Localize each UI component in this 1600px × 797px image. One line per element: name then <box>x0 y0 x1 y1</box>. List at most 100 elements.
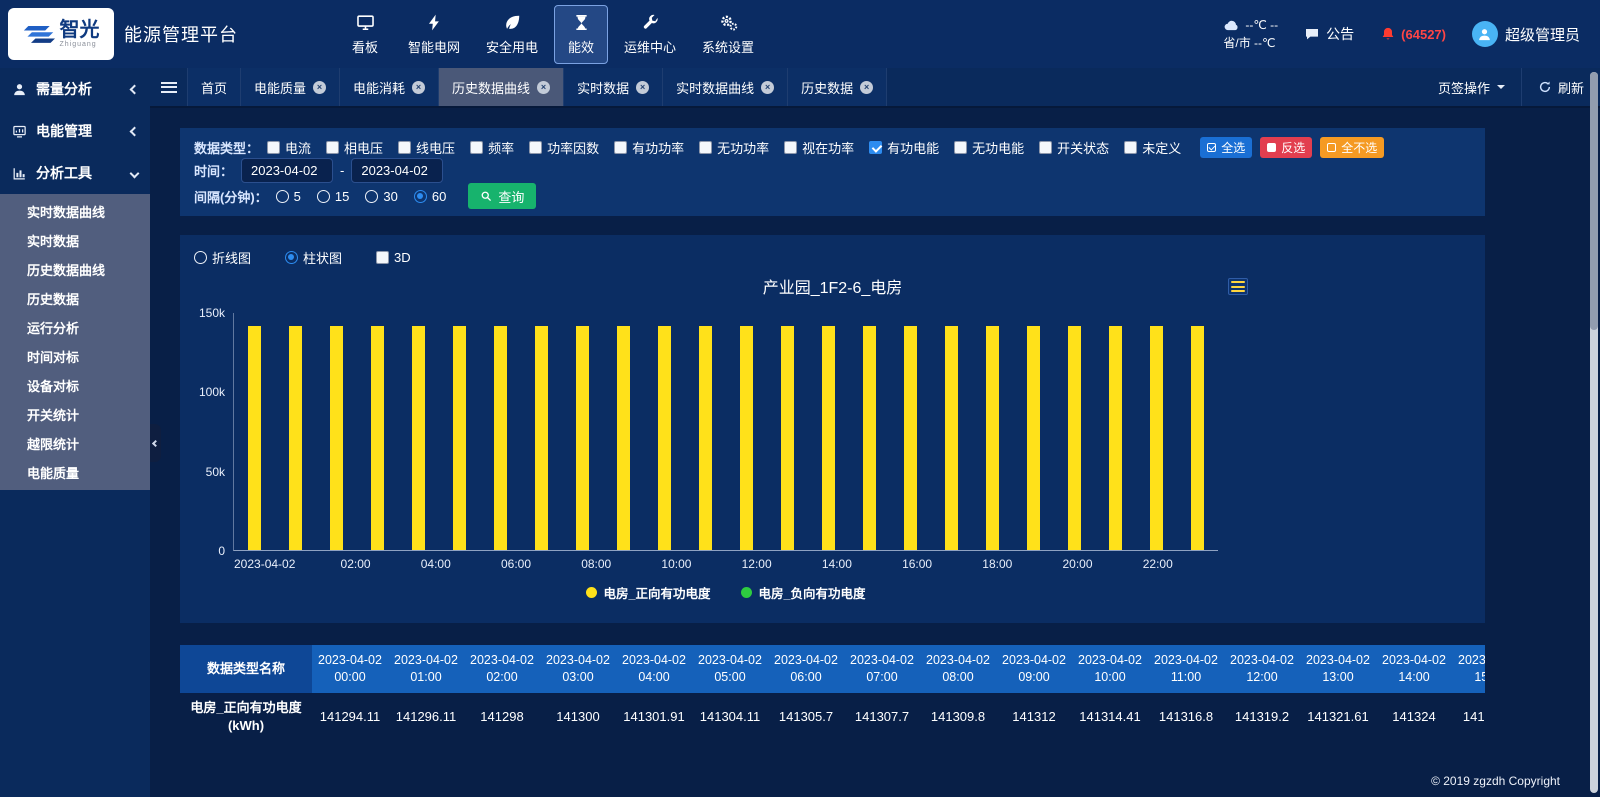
interval-radio[interactable]: 15 <box>317 189 349 204</box>
sidebar-group-analysis-tools[interactable]: 分析工具 <box>0 152 150 194</box>
tab[interactable]: 电能消耗× <box>340 68 439 106</box>
tab-close-icon[interactable]: × <box>412 81 425 94</box>
nav-item-kanban[interactable]: 看板 <box>338 5 392 64</box>
bar[interactable] <box>986 326 999 550</box>
sidebar-item[interactable]: 运行分析 <box>0 313 150 342</box>
sidebar-item[interactable]: 开关统计 <box>0 400 150 429</box>
date-from-input[interactable]: 2023-04-02 <box>241 158 333 183</box>
bar[interactable] <box>576 326 589 550</box>
radio-icon <box>414 190 427 203</box>
interval-radio[interactable]: 5 <box>276 189 301 204</box>
interval-radio[interactable]: 60 <box>414 189 446 204</box>
nav-item-system-settings[interactable]: 系统设置 <box>692 5 764 64</box>
sidebar-group-demand-analysis[interactable]: 需量分析 <box>0 68 150 110</box>
bar[interactable] <box>371 326 384 550</box>
bar[interactable] <box>330 326 343 550</box>
sidebar-item[interactable]: 电能质量 <box>0 458 150 487</box>
bar[interactable] <box>412 326 425 550</box>
nav-item-ops-center[interactable]: 运维中心 <box>614 5 686 64</box>
refresh-button[interactable]: 刷新 <box>1521 68 1600 106</box>
tab[interactable]: 历史数据× <box>788 68 887 106</box>
bar[interactable] <box>740 326 753 550</box>
sidebar-item[interactable]: 历史数据 <box>0 284 150 313</box>
tab[interactable]: 首页 <box>188 68 241 106</box>
bar[interactable] <box>945 326 958 550</box>
data-type-checkbox[interactable]: 电流 <box>267 138 311 157</box>
data-type-checkbox[interactable]: 有功功率 <box>614 138 684 157</box>
scrollbar-thumb[interactable] <box>1590 72 1598 330</box>
bar[interactable] <box>904 326 917 550</box>
bar[interactable] <box>248 326 261 550</box>
bar[interactable] <box>1109 326 1122 550</box>
tab[interactable]: 实时数据曲线× <box>663 68 788 106</box>
bar[interactable] <box>699 326 712 550</box>
alarm-button[interactable]: (64527) <box>1380 26 1446 42</box>
user-menu[interactable]: 超级管理员 <box>1472 21 1580 47</box>
sidebar-group-energy-management[interactable]: 电能管理 <box>0 110 150 152</box>
vertical-scrollbar[interactable] <box>1590 72 1598 793</box>
bar[interactable] <box>453 326 466 550</box>
select-all-button[interactable]: 全选 <box>1200 137 1252 158</box>
tab-close-icon[interactable]: × <box>761 81 774 94</box>
interval-radio[interactable]: 30 <box>365 189 397 204</box>
announcement-button[interactable]: 公告 <box>1304 24 1354 44</box>
sidebar-item[interactable]: 设备对标 <box>0 371 150 400</box>
sidebar-item[interactable]: 实时数据曲线 <box>0 197 150 226</box>
bar[interactable] <box>289 326 302 550</box>
legend-item[interactable]: 电房_正向有功电度 <box>586 583 711 602</box>
table-header-cell: 2023-04-0206:00 <box>768 645 844 693</box>
bar[interactable] <box>1027 326 1040 550</box>
sidebar-item[interactable]: 时间对标 <box>0 342 150 371</box>
tab-operations-button[interactable]: 页签操作 <box>1422 68 1521 106</box>
chart-type-option[interactable]: 3D <box>376 250 411 265</box>
tab[interactable]: 电能质量× <box>241 68 340 106</box>
bar[interactable] <box>863 326 876 550</box>
select-none-button[interactable]: 全不选 <box>1320 137 1384 158</box>
tab[interactable]: 实时数据 × <box>564 68 663 106</box>
tabbar-right: 页签操作 刷新 <box>1422 68 1600 106</box>
invert-select-button[interactable]: 反选 <box>1260 137 1312 158</box>
data-type-checkbox[interactable]: 功率因数 <box>529 138 599 157</box>
data-type-checkbox[interactable]: 开关状态 <box>1039 138 1109 157</box>
data-type-checkbox[interactable]: 有功电能 <box>869 138 939 157</box>
data-type-checkbox[interactable]: 无功功率 <box>699 138 769 157</box>
chart-menu-icon[interactable] <box>1228 278 1248 295</box>
nav-item-smart-grid[interactable]: 智能电网 <box>398 5 470 64</box>
query-button[interactable]: 查询 <box>468 183 536 209</box>
tab[interactable]: 历史数据曲线× <box>439 68 564 106</box>
data-type-checkbox[interactable]: 无功电能 <box>954 138 1024 157</box>
bar[interactable] <box>1068 326 1081 550</box>
date-to-input[interactable]: 2023-04-02 <box>351 158 443 183</box>
sidebar-item[interactable]: 越限统计 <box>0 429 150 458</box>
legend-item[interactable]: 电房_负向有功电度 <box>741 583 866 602</box>
tab-close-icon[interactable]: × <box>860 81 873 94</box>
data-type-checkbox[interactable]: 未定义 <box>1124 138 1181 157</box>
bar[interactable] <box>781 326 794 550</box>
data-type-checkbox[interactable]: 相电压 <box>326 138 383 157</box>
data-type-checkbox[interactable]: 线电压 <box>398 138 455 157</box>
x-tick-label: 20:00 <box>1063 557 1093 571</box>
chart-type-option[interactable]: 折线图 <box>194 248 251 267</box>
nav-item-energy-efficiency[interactable]: 能效 <box>554 5 608 64</box>
data-type-checkbox[interactable]: 视在功率 <box>784 138 854 157</box>
tab-close-icon[interactable]: × <box>537 81 550 94</box>
sidebar-item[interactable]: 历史数据曲线 <box>0 255 150 284</box>
sidebar-toggle-button[interactable] <box>150 68 188 106</box>
bar[interactable] <box>1150 326 1163 550</box>
tab-label: 实时数据 <box>577 78 629 97</box>
data-type-checkbox[interactable]: 频率 <box>470 138 514 157</box>
bar[interactable] <box>1191 326 1204 550</box>
chart-type-option[interactable]: 柱状图 <box>285 248 342 267</box>
bar[interactable] <box>535 326 548 550</box>
bar[interactable] <box>617 326 630 550</box>
sidebar-item[interactable]: 实时数据 <box>0 226 150 255</box>
bar[interactable] <box>494 326 507 550</box>
tab-close-icon[interactable]: × <box>313 81 326 94</box>
bar[interactable] <box>658 326 671 550</box>
nav-item-label: 安全用电 <box>486 37 538 56</box>
nav-item-safe-power[interactable]: 安全用电 <box>476 5 548 64</box>
tab-close-icon[interactable]: × <box>636 81 649 94</box>
alarm-count: (64527) <box>1401 27 1446 42</box>
sidebar-collapse-handle[interactable] <box>150 424 161 462</box>
bar[interactable] <box>822 326 835 550</box>
